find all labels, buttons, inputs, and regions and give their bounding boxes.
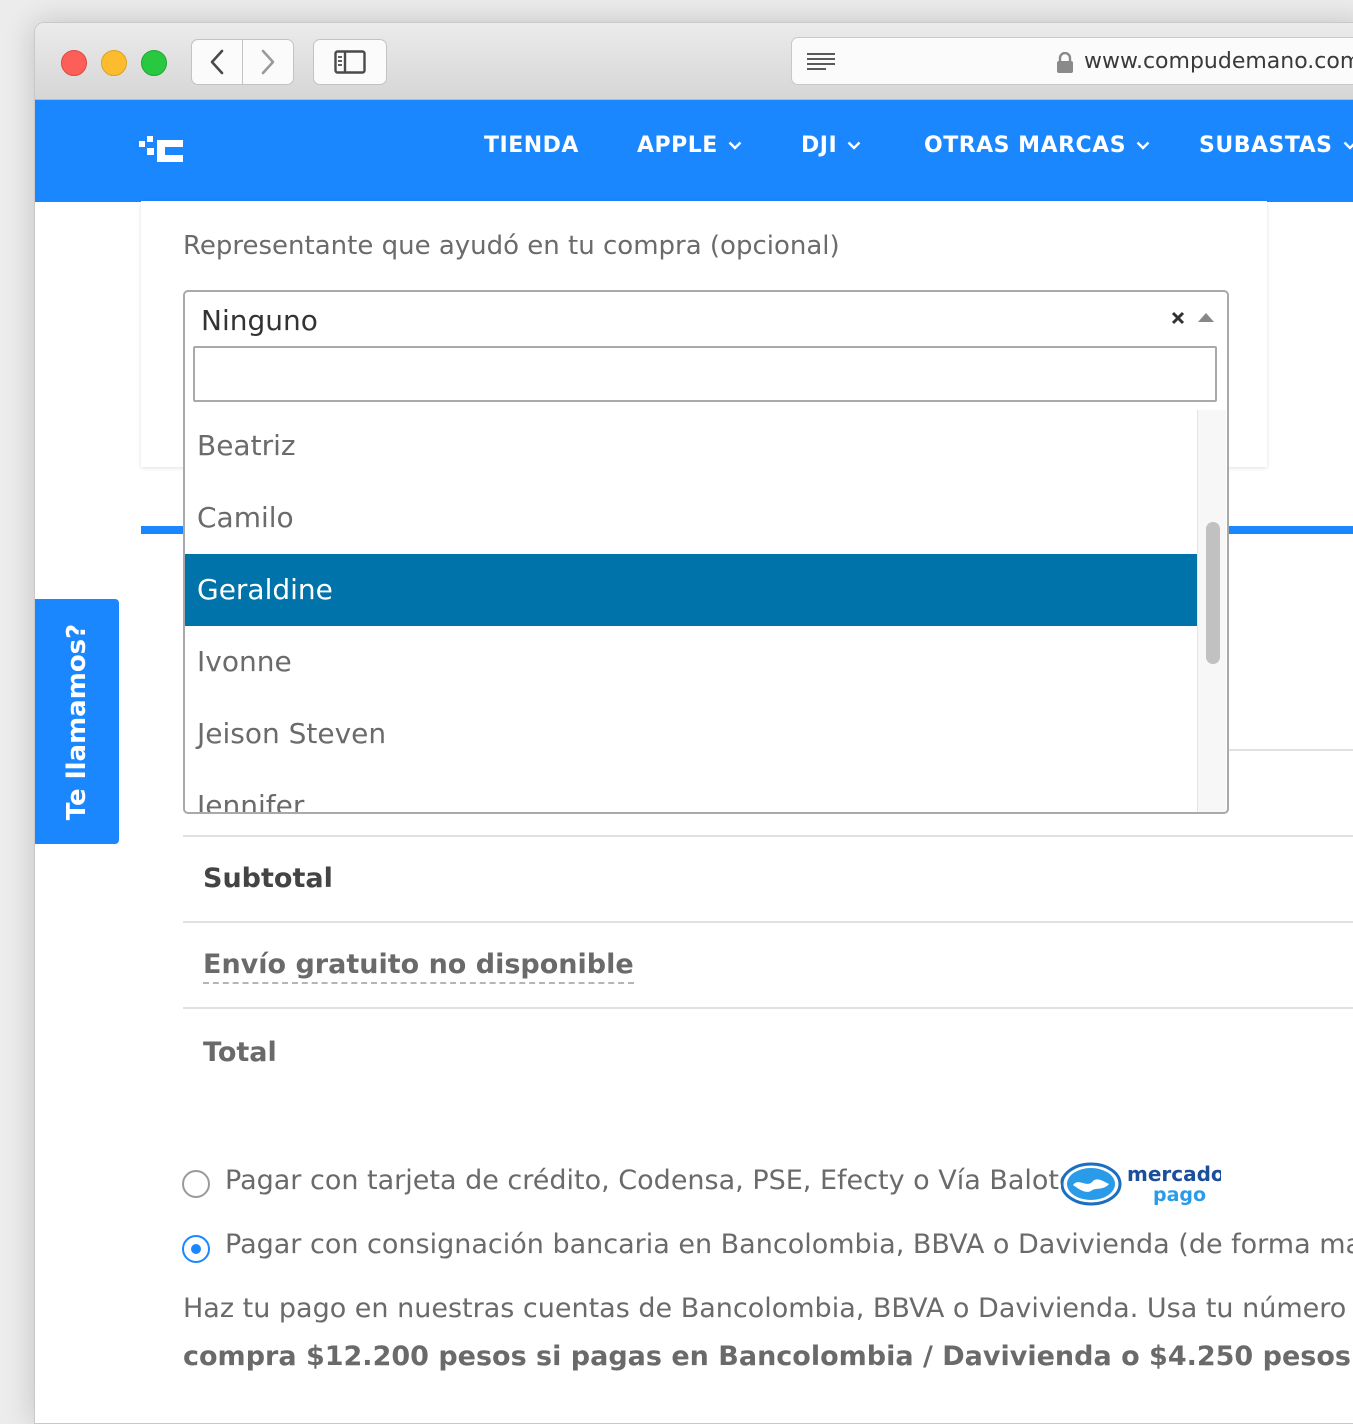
nav-item-otras-marcas[interactable]: OTRAS MARCAS (924, 133, 1150, 158)
browser-titlebar: www.compudemano.com (35, 23, 1353, 100)
mercadopago-logo-text: pago (1153, 1184, 1206, 1206)
caret-up-icon[interactable] (1197, 312, 1215, 323)
chevron-down-icon (1343, 141, 1353, 150)
table-divider (1227, 749, 1353, 751)
close-window-button[interactable] (61, 50, 87, 76)
dropdown-option-highlighted[interactable]: Geraldine (185, 554, 1197, 626)
forward-button[interactable] (242, 39, 294, 85)
nav-item-dji[interactable]: DJI (801, 133, 861, 158)
subtotal-label: Subtotal (203, 863, 333, 894)
minimize-window-button[interactable] (101, 50, 127, 76)
address-bar[interactable]: www.compudemano.com (791, 37, 1353, 85)
nav-item-label: TIENDA (484, 133, 579, 158)
dropdown-scrollbar-thumb[interactable] (1206, 522, 1220, 664)
url-text: www.compudemano.com (1084, 49, 1353, 74)
dropdown-option[interactable]: Beatriz (185, 410, 1197, 482)
table-divider (183, 921, 1353, 923)
dropdown-options-list: Beatriz Camilo Geraldine Ivonne Jeison S… (185, 410, 1197, 812)
compudemano-logo-icon[interactable] (139, 136, 183, 166)
nav-item-label: APPLE (637, 133, 718, 158)
representative-label: Representante que ayudó en tu compra (op… (183, 231, 840, 261)
bank-fee-text: compra $12.200 pesos si pagas en Bancolo… (183, 1341, 1353, 1372)
representative-select[interactable]: Ninguno Beatriz Camilo Geraldine Ivonne … (183, 290, 1229, 814)
nav-item-subastas[interactable]: SUBASTAS (1199, 133, 1353, 158)
zoom-window-button[interactable] (141, 50, 167, 76)
nav-item-label: DJI (801, 133, 838, 158)
call-me-label: Te llamamos? (62, 623, 92, 820)
clear-selection-icon[interactable] (1171, 311, 1185, 325)
sidebar-toggle-button[interactable] (313, 39, 387, 85)
nav-item-label: SUBASTAS (1199, 133, 1333, 158)
selected-value[interactable]: Ninguno (201, 304, 318, 337)
site-header: TIENDA APPLE DJI OTRAS MARCAS SUBASTAS (35, 100, 1353, 202)
back-button[interactable] (191, 39, 243, 85)
pay-card-label[interactable]: Pagar con tarjeta de crédito, Codensa, P… (225, 1165, 1076, 1196)
mercadopago-logo-text: mercado (1127, 1162, 1221, 1186)
table-divider (183, 1007, 1353, 1009)
lock-icon (1057, 52, 1073, 73)
chevron-right-icon (261, 49, 275, 75)
mercadopago-logo: mercado pago (1061, 1162, 1221, 1206)
nav-item-label: OTRAS MARCAS (924, 133, 1127, 158)
nav-item-apple[interactable]: APPLE (637, 133, 742, 158)
bank-instructions-text: Haz tu pago en nuestras cuentas de Banco… (183, 1293, 1353, 1324)
call-me-button[interactable]: Te llamamos? (35, 599, 119, 844)
dropdown-option[interactable]: Ivonne (185, 626, 1197, 698)
table-divider (183, 835, 1353, 837)
pay-bank-radio[interactable] (182, 1235, 210, 1263)
browser-window: www.compudemano.com TIENDA APPLE DJI OTR… (34, 22, 1353, 1424)
sidebar-icon (334, 50, 366, 74)
nav-item-tienda[interactable]: TIENDA (484, 133, 579, 158)
chevron-left-icon (210, 49, 224, 75)
chevron-down-icon (847, 141, 861, 150)
dropdown-option[interactable]: Jeison Steven (185, 698, 1197, 770)
dropdown-search-input[interactable] (193, 346, 1217, 402)
shipping-label[interactable]: Envío gratuito no disponible (203, 949, 634, 984)
pay-card-radio[interactable] (182, 1170, 210, 1198)
pay-bank-label[interactable]: Pagar con consignación bancaria en Banco… (225, 1229, 1353, 1260)
reader-view-icon[interactable] (806, 52, 836, 72)
chevron-down-icon (1136, 141, 1150, 150)
dropdown-scrollbar[interactable] (1197, 410, 1226, 812)
dropdown-option[interactable]: Camilo (185, 482, 1197, 554)
chevron-down-icon (728, 141, 742, 150)
dropdown-option[interactable]: Jennifer (185, 770, 1197, 812)
total-label: Total (203, 1037, 277, 1068)
